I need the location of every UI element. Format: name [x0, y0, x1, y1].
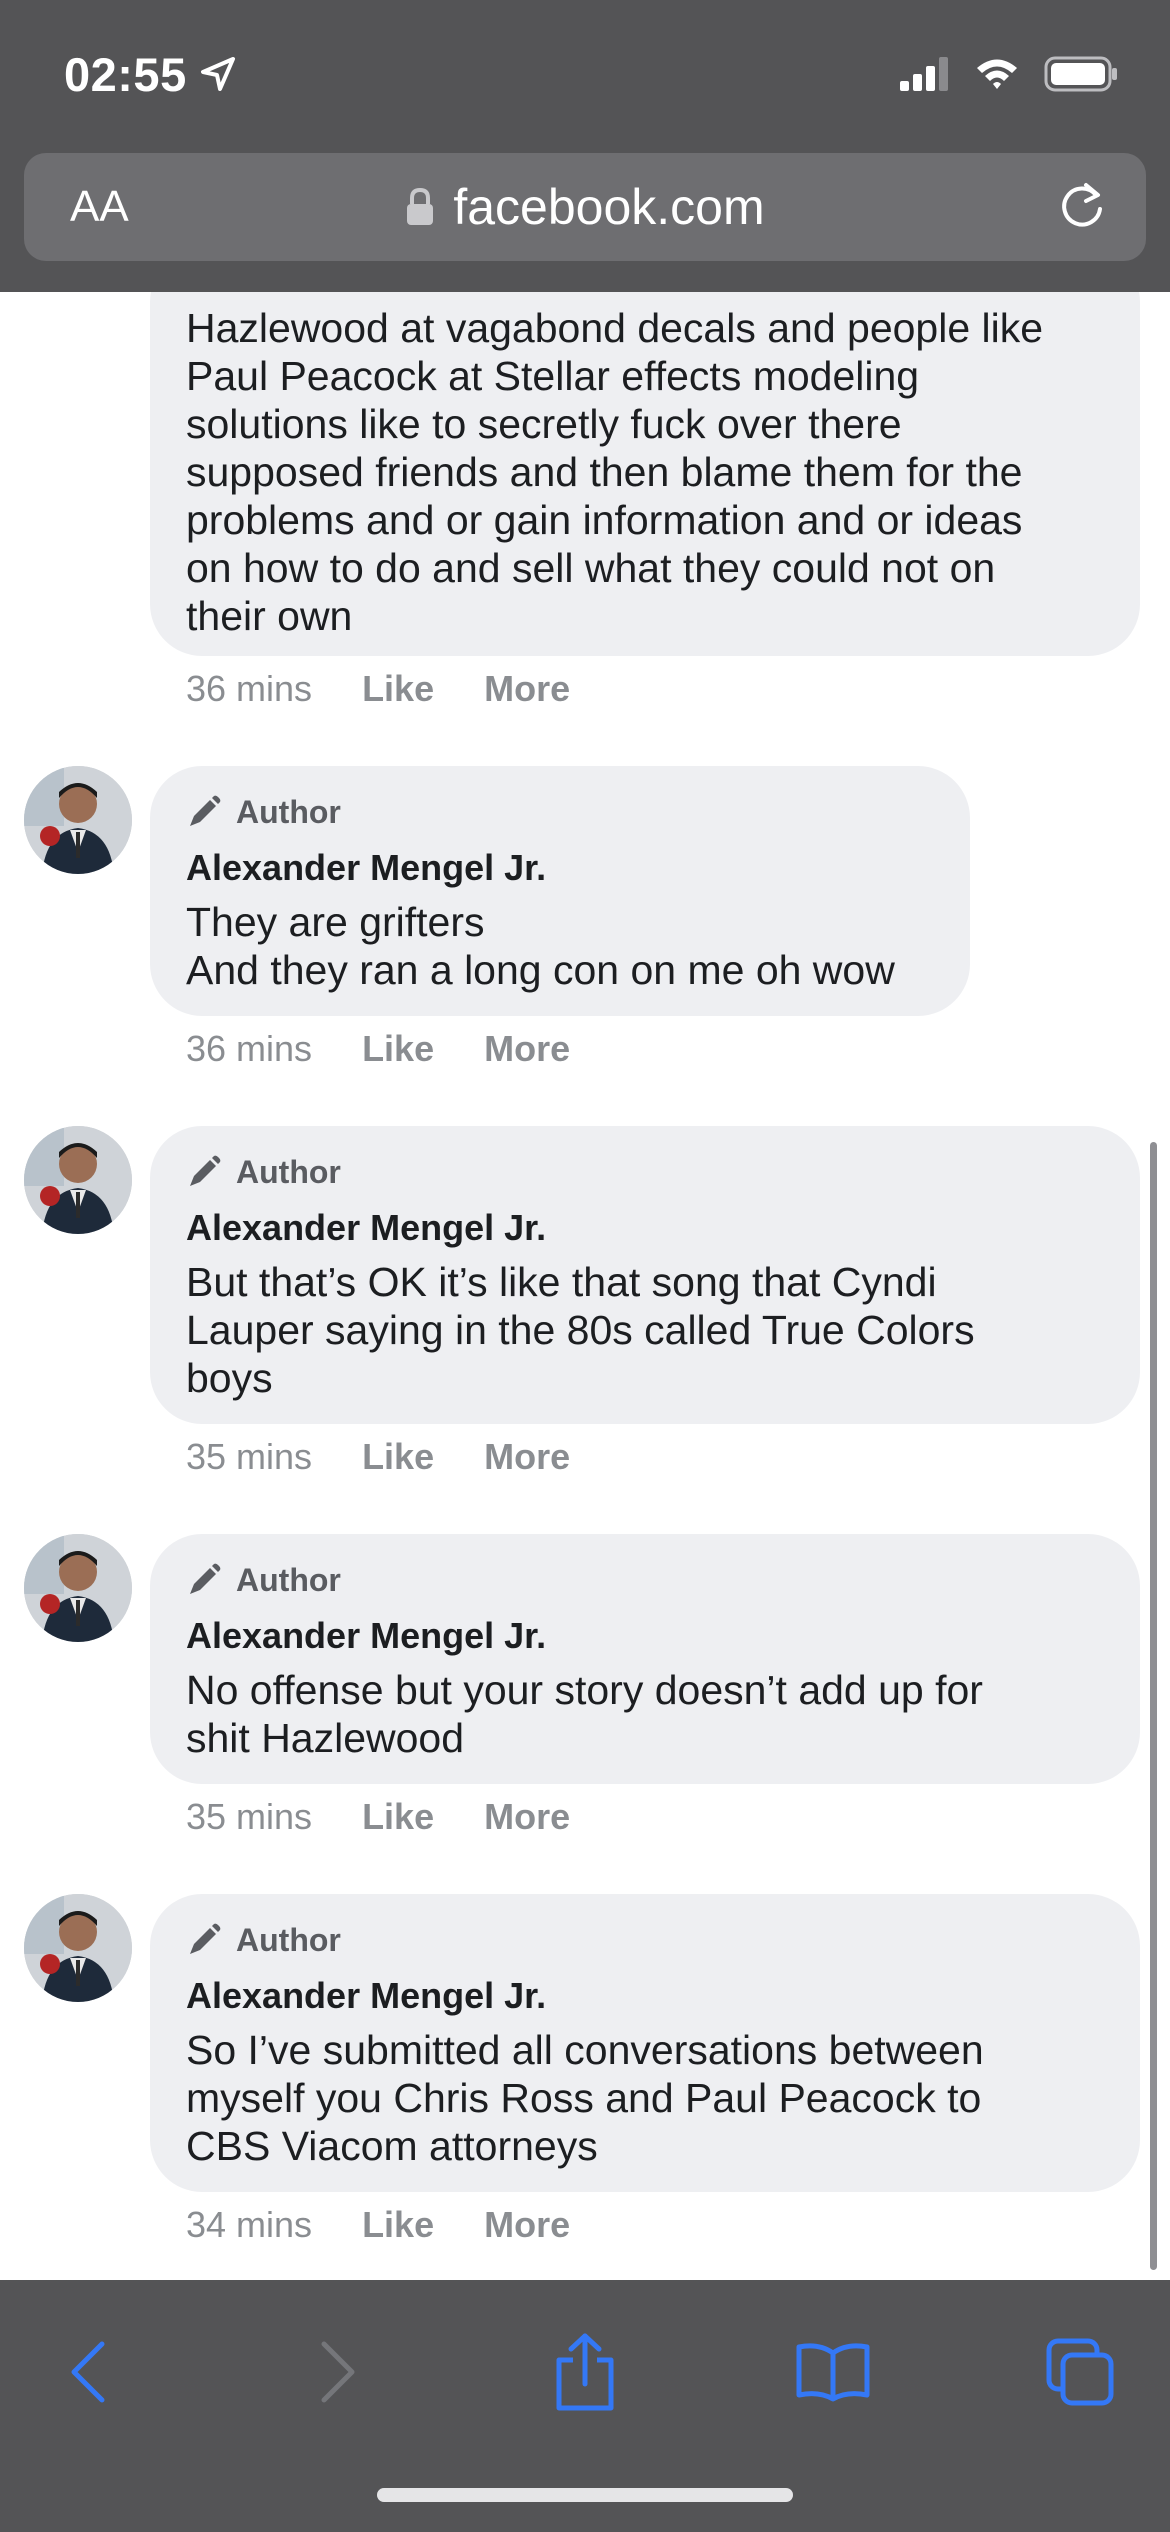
like-button[interactable]: Like	[362, 1796, 434, 1838]
comment-meta: 34 mins Like More	[186, 2203, 570, 2247]
tabs-icon	[1046, 2338, 1114, 2406]
wifi-icon	[977, 59, 1017, 89]
comment-text: No offense but your story doesn’t add up…	[186, 1667, 983, 1761]
like-button[interactable]: Like	[362, 1028, 434, 1070]
comment-meta: 36 mins Like More	[186, 667, 570, 711]
more-button[interactable]: More	[484, 2204, 570, 2246]
forward-icon	[321, 2341, 355, 2403]
pen-icon	[190, 1923, 221, 1954]
more-button[interactable]: More	[484, 1436, 570, 1478]
avatar[interactable]	[24, 1126, 132, 1234]
more-button[interactable]: More	[484, 1028, 570, 1070]
author-badge-label: Author	[236, 1561, 341, 1598]
back-button[interactable]	[40, 2324, 136, 2420]
author-name[interactable]: Alexander Mengel Jr.	[186, 846, 934, 890]
author-badge-label: Author	[236, 1153, 341, 1190]
avatar[interactable]	[24, 1534, 132, 1642]
like-button[interactable]: Like	[362, 2204, 434, 2246]
comment-text: So I’ve submitted all conversations betw…	[186, 2027, 984, 2169]
author-badge: Author	[186, 1920, 1104, 1960]
address-bar[interactable]: AA facebook.com	[24, 153, 1146, 261]
status-time-text: 02:55	[64, 47, 187, 101]
scrollbar[interactable]	[1150, 1142, 1157, 2270]
more-button[interactable]: More	[484, 1796, 570, 1838]
author-badge-label: Author	[236, 1921, 341, 1958]
author-badge-label: Author	[236, 793, 341, 830]
author-name[interactable]: Alexander Mengel Jr.	[186, 1614, 1104, 1658]
avatar[interactable]	[24, 1894, 132, 2002]
comment-bubble: Author Alexander Mengel Jr. No offense b…	[150, 1534, 1140, 1784]
avatar[interactable]	[24, 766, 132, 874]
comment-meta: 35 mins Like More	[186, 1435, 570, 1479]
home-indicator[interactable]	[377, 2488, 793, 2502]
comment-bubble: Author Alexander Mengel Jr. They are gri…	[150, 766, 970, 1016]
comment-meta: 35 mins Like More	[186, 1795, 570, 1839]
comment-time: 36 mins	[186, 1028, 313, 1069]
comment-time: 36 mins	[186, 668, 313, 709]
lock-icon	[407, 187, 434, 225]
author-badge: Author	[186, 1560, 1104, 1600]
bookmarks-button[interactable]	[785, 2324, 881, 2420]
pen-icon	[190, 1155, 221, 1186]
location-arrow-icon	[200, 57, 235, 91]
comment-text: They are grifters And they ran a long co…	[186, 899, 895, 993]
status-time: 02:55	[64, 44, 237, 104]
comment-bubble: Hazlewood at vagabond decals and people …	[150, 250, 1140, 656]
comment-bubble: Author Alexander Mengel Jr. But that’s O…	[150, 1126, 1140, 1424]
author-name[interactable]: Alexander Mengel Jr.	[186, 1206, 1104, 1250]
like-button[interactable]: Like	[362, 668, 434, 710]
author-badge: Author	[186, 1152, 1104, 1192]
browser-top-chrome: 02:55 AA facebook.com	[0, 0, 1170, 292]
author-badge: Author	[186, 792, 934, 832]
comment-text: But that’s OK it’s like that song that C…	[186, 1259, 975, 1401]
pen-icon	[190, 1563, 221, 1594]
reload-icon[interactable]	[1056, 181, 1108, 233]
share-icon	[556, 2333, 614, 2411]
url-display[interactable]: facebook.com	[24, 153, 1146, 261]
author-name[interactable]: Alexander Mengel Jr.	[186, 1974, 1104, 2018]
status-indicators	[900, 52, 1118, 96]
bookmarks-icon	[796, 2343, 870, 2402]
comments-feed: Hazlewood at vagabond decals and people …	[0, 0, 1170, 2280]
pen-icon	[190, 795, 221, 826]
comment-time: 35 mins	[186, 1796, 313, 1837]
share-button[interactable]	[537, 2324, 633, 2420]
comment-meta: 36 mins Like More	[186, 1027, 570, 1071]
url-domain: facebook.com	[453, 179, 765, 235]
comment-time: 34 mins	[186, 2204, 313, 2245]
more-button[interactable]: More	[484, 668, 570, 710]
forward-button[interactable]	[290, 2324, 386, 2420]
cellular-signal-icon	[900, 57, 948, 91]
comment-time: 35 mins	[186, 1436, 313, 1477]
like-button[interactable]: Like	[362, 1436, 434, 1478]
tabs-button[interactable]	[1032, 2324, 1128, 2420]
battery-icon	[1044, 56, 1117, 92]
comment-text: Hazlewood at vagabond decals and people …	[186, 305, 1044, 639]
back-icon	[71, 2341, 105, 2403]
comment-bubble: Author Alexander Mengel Jr. So I’ve subm…	[150, 1894, 1140, 2192]
